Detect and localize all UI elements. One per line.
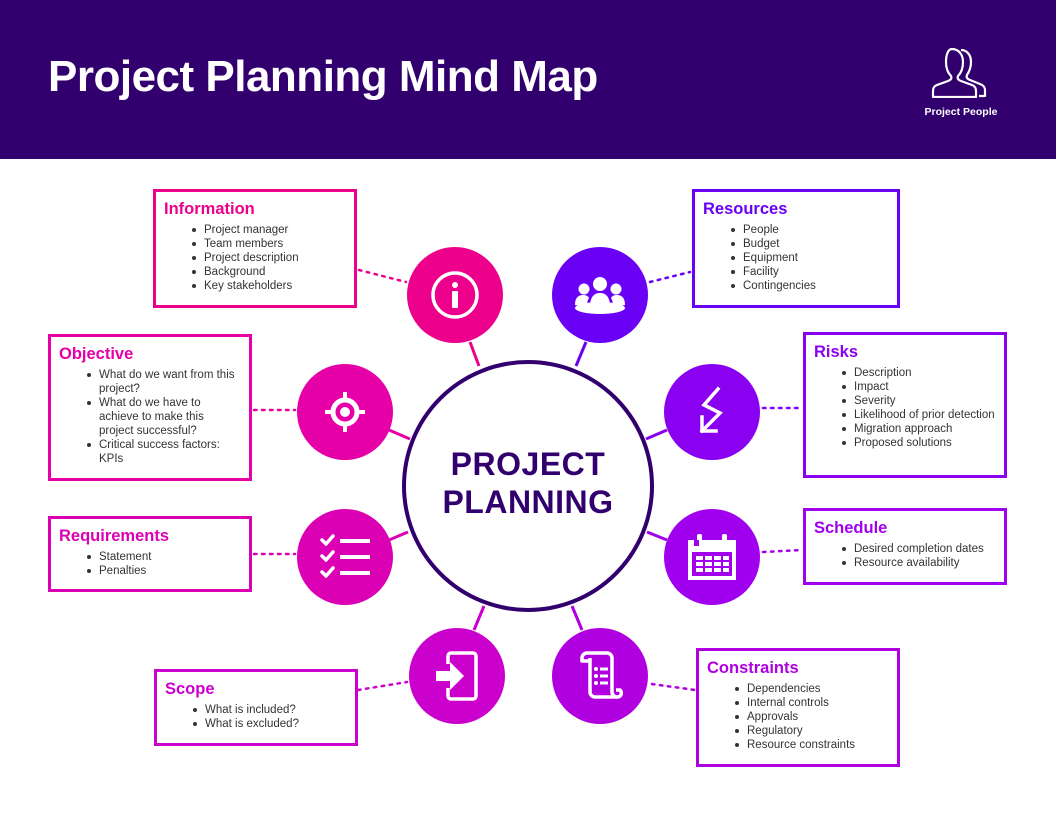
- card-resources-title: Resources: [703, 200, 788, 218]
- list-item: Budget: [730, 237, 889, 251]
- card-schedule-list: Desired completion dates Resource availa…: [814, 542, 996, 570]
- node-resources[interactable]: [552, 247, 648, 343]
- node-information[interactable]: [407, 247, 503, 343]
- card-objective: Objective What do we want from this proj…: [48, 334, 252, 481]
- card-objective-list: What do we want from this project? What …: [59, 368, 241, 466]
- card-resources: Resources People Budget Equipment Facili…: [692, 189, 900, 308]
- spoke-schedule: [646, 530, 668, 542]
- node-objective[interactable]: [297, 364, 393, 460]
- card-constraints: Constraints Dependencies Internal contro…: [696, 648, 900, 767]
- list-item: What do we have to achieve to make this …: [86, 396, 241, 438]
- card-scope-list: What is included? What is excluded?: [165, 703, 347, 731]
- list-item: Team members: [191, 237, 346, 251]
- list-item: Resource constraints: [734, 738, 889, 752]
- group-icon: [575, 277, 625, 314]
- spoke-constraints: [570, 605, 584, 631]
- list-item: Severity: [841, 394, 996, 408]
- list-item: Project manager: [191, 223, 346, 237]
- card-requirements-title: Requirements: [59, 527, 170, 545]
- card-scope: Scope What is included? What is excluded…: [154, 669, 358, 746]
- list-item: Internal controls: [734, 696, 889, 710]
- info-icon: [431, 271, 479, 319]
- list-item: What is included?: [192, 703, 347, 717]
- list-item: Key stakeholders: [191, 279, 346, 293]
- card-requirements: Requirements Statement Penalties: [48, 516, 252, 592]
- spoke-information: [468, 341, 481, 367]
- list-item: Statement: [86, 550, 241, 564]
- spoke-requirements: [388, 530, 409, 542]
- enter-door-icon: [436, 651, 478, 701]
- list-item: What is excluded?: [192, 717, 347, 731]
- list-item: Facility: [730, 265, 889, 279]
- card-scope-title: Scope: [165, 680, 215, 698]
- card-constraints-title: Constraints: [707, 659, 799, 677]
- card-risks-title: Risks: [814, 343, 859, 361]
- card-requirements-list: Statement Penalties: [59, 550, 241, 578]
- central-topic-line2: PLANNING: [442, 484, 614, 520]
- list-item: Background: [191, 265, 346, 279]
- dotted-connector-schedule: [761, 548, 804, 554]
- list-item: Resource availability: [841, 556, 996, 570]
- list-item: Proposed solutions: [841, 436, 996, 450]
- list-item: Contingencies: [730, 279, 889, 293]
- card-schedule-title: Schedule: [814, 519, 888, 537]
- calendar-icon: [688, 534, 736, 580]
- list-item: Approvals: [734, 710, 889, 724]
- dotted-connector-constraints: [650, 682, 697, 692]
- spoke-scope: [472, 605, 486, 631]
- central-topic: PROJECT PLANNING: [402, 445, 654, 521]
- spoke-resources: [574, 341, 588, 367]
- list-item: Project description: [191, 251, 346, 265]
- node-scope[interactable]: [409, 628, 505, 724]
- node-risks[interactable]: [664, 364, 760, 460]
- list-item: Regulatory: [734, 724, 889, 738]
- spoke-objective: [388, 428, 411, 441]
- node-constraints[interactable]: [552, 628, 648, 724]
- card-objective-title: Objective: [59, 345, 134, 363]
- list-item: People: [730, 223, 889, 237]
- central-topic-line1: PROJECT: [450, 446, 606, 482]
- list-item: Penalties: [86, 564, 241, 578]
- zigzag-arrow-icon: [699, 386, 723, 434]
- list-item: Dependencies: [734, 682, 889, 696]
- list-item: What do we want from this project?: [86, 368, 241, 396]
- list-item: Desired completion dates: [841, 542, 996, 556]
- target-icon: [325, 392, 365, 432]
- scroll-list-icon: [580, 651, 623, 699]
- list-item: Impact: [841, 380, 996, 394]
- card-resources-list: People Budget Equipment Facility Conting…: [703, 223, 889, 293]
- list-item: Likelihood of prior detection: [841, 408, 996, 422]
- checklist-icon: [320, 534, 370, 578]
- card-constraints-list: Dependencies Internal controls Approvals…: [707, 682, 889, 752]
- node-schedule[interactable]: [664, 509, 760, 605]
- dotted-connector-information: [357, 268, 408, 284]
- card-risks: Risks Description Impact Severity Likeli…: [803, 332, 1007, 478]
- list-item: Equipment: [730, 251, 889, 265]
- dotted-connector-resources: [648, 270, 692, 284]
- spoke-risks: [645, 428, 668, 441]
- list-item: Description: [841, 366, 996, 380]
- card-schedule: Schedule Desired completion dates Resour…: [803, 508, 1007, 585]
- card-information-title: Information: [164, 200, 255, 218]
- card-information-list: Project manager Team members Project des…: [164, 223, 346, 293]
- list-item: Migration approach: [841, 422, 996, 436]
- node-requirements[interactable]: [297, 509, 393, 605]
- card-information: Information Project manager Team members…: [153, 189, 357, 308]
- dotted-connector-scope: [356, 680, 409, 692]
- card-risks-list: Description Impact Severity Likelihood o…: [814, 366, 996, 450]
- list-item: Critical success factors: KPIs: [86, 438, 241, 466]
